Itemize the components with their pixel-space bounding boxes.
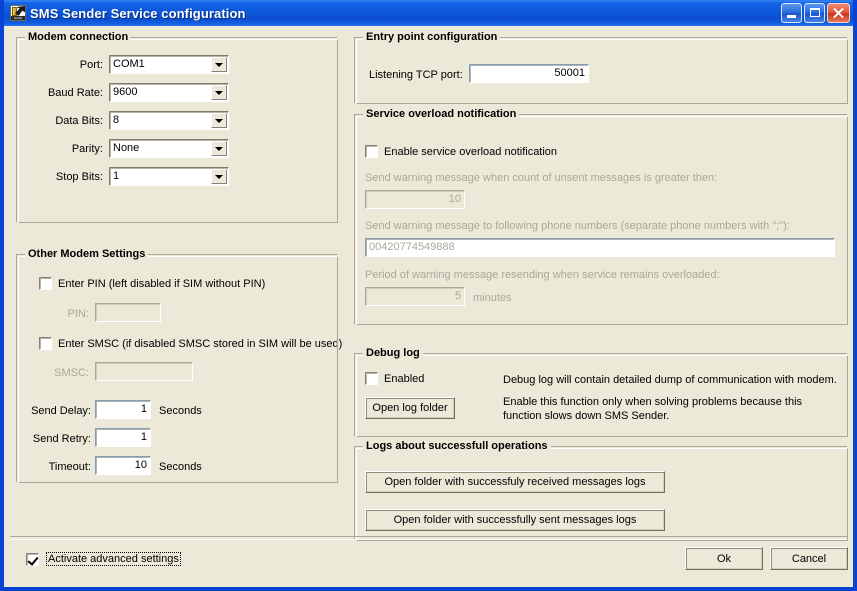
listening-tcp-port-label: Listening TCP port: xyxy=(369,69,463,81)
resend-period-input[interactable]: 5 xyxy=(365,287,465,306)
caption-buttons xyxy=(781,3,851,23)
group-entry-point-title: Entry point configuration xyxy=(363,31,501,43)
resend-period-label: Period of warning message resending when… xyxy=(365,269,720,281)
parity-label: Parity: xyxy=(71,143,103,155)
send-delay-unit: Seconds xyxy=(159,405,202,417)
resend-period-unit: minutes xyxy=(473,292,512,304)
enter-smsc-checkbox-box[interactable] xyxy=(39,337,52,350)
chevron-down-icon[interactable] xyxy=(211,57,227,72)
maximize-icon xyxy=(810,8,820,17)
debug-enabled-checkbox[interactable]: Enabled xyxy=(365,372,424,385)
minimize-icon xyxy=(787,15,796,18)
group-entry-point: Entry point configuration Listening TCP … xyxy=(354,31,848,104)
baud-rate-label: Baud Rate: xyxy=(47,87,103,99)
app-icon-bar xyxy=(12,7,17,16)
baud-rate-combo[interactable]: 9600 xyxy=(109,83,229,102)
parity-combo-value: None xyxy=(113,142,140,154)
debug-enabled-label: Enabled xyxy=(384,372,425,385)
window-title: SMS Sender Service configuration xyxy=(30,5,246,21)
enable-overload-label: Enable service overload notification xyxy=(384,145,558,158)
smsc-input[interactable] xyxy=(95,362,193,381)
chevron-down-icon[interactable] xyxy=(211,169,227,184)
open-log-folder-button[interactable]: Open log folder xyxy=(365,397,455,419)
enter-pin-checkbox-box[interactable] xyxy=(39,277,52,290)
port-combo-value: COM1 xyxy=(113,58,145,70)
chevron-down-icon[interactable] xyxy=(211,141,227,156)
ok-button[interactable]: Ok xyxy=(685,547,763,570)
activate-advanced-settings-label: Activate advanced settings xyxy=(46,552,181,566)
unsent-count-label: Send warning message when count of unsen… xyxy=(365,172,718,184)
timeout-label: Timeout: xyxy=(48,461,91,473)
stop-bits-combo[interactable]: 1 xyxy=(109,167,229,186)
group-other-modem-settings-title: Other Modem Settings xyxy=(25,248,149,260)
group-service-overload-title: Service overload notification xyxy=(363,108,520,120)
unsent-count-input[interactable]: 10 xyxy=(365,190,465,209)
data-bits-combo[interactable]: 8 xyxy=(109,111,229,130)
timeout-unit: Seconds xyxy=(159,461,202,473)
enter-pin-label: Enter PIN (left disabled if SIM without … xyxy=(58,277,266,290)
cancel-button[interactable]: Cancel xyxy=(770,547,848,570)
group-service-overload: Service overload notification Enable ser… xyxy=(354,108,848,325)
data-bits-combo-value: 8 xyxy=(113,114,120,126)
baud-rate-combo-value: 9600 xyxy=(113,86,138,98)
group-success-logs-title: Logs about successfull operations xyxy=(363,440,551,452)
data-bits-label: Data Bits: xyxy=(55,115,103,127)
group-modem-connection-title: Modem connection xyxy=(25,31,132,43)
port-label: Port: xyxy=(79,59,103,71)
config-window: DLDD SMS Sender Service configuration Mo… xyxy=(0,0,857,591)
group-debug-log-title: Debug log xyxy=(363,347,423,359)
debug-enabled-checkbox-box[interactable] xyxy=(365,372,378,385)
group-debug-log: Debug log Enabled Open log folder Debug … xyxy=(354,347,848,437)
activate-advanced-settings-checkbox-box[interactable] xyxy=(26,552,39,566)
title-bar: DLDD SMS Sender Service configuration xyxy=(4,0,853,26)
app-icon-label: DLDD xyxy=(11,16,25,20)
minimize-button[interactable] xyxy=(781,3,802,23)
stop-bits-label: Stop Bits: xyxy=(55,171,103,183)
send-delay-label: Send Delay: xyxy=(31,405,91,417)
send-delay-input[interactable]: 1 xyxy=(95,400,151,419)
chevron-down-icon[interactable] xyxy=(211,113,227,128)
enter-smsc-label: Enter SMSC (if disabled SMSC stored in S… xyxy=(58,337,343,350)
group-success-logs: Logs about successfull operations Open f… xyxy=(354,440,848,541)
debug-description-line3: function slows down SMS Sender. xyxy=(503,410,670,422)
phone-numbers-input[interactable]: 00420774549888 xyxy=(365,238,835,257)
debug-description-line2: Enable this function only when solving p… xyxy=(503,396,803,408)
pin-label: PIN: xyxy=(67,308,89,320)
open-sent-logs-button[interactable]: Open folder with successfully sent messa… xyxy=(365,509,665,531)
open-received-logs-button[interactable]: Open folder with successfuly received me… xyxy=(365,471,665,493)
group-modem-connection: Modem connection Port: COM1 Baud Rate: 9… xyxy=(16,31,338,223)
listening-tcp-port-input[interactable]: 50001 xyxy=(469,64,589,83)
send-retry-label: Send Retry: xyxy=(32,433,91,445)
port-combo[interactable]: COM1 xyxy=(109,55,229,74)
smsc-label: SMSC: xyxy=(54,367,89,379)
chevron-down-icon[interactable] xyxy=(211,85,227,100)
phone-numbers-label: Send warning message to following phone … xyxy=(365,220,790,232)
close-button[interactable] xyxy=(827,3,850,23)
enable-overload-checkbox-box[interactable] xyxy=(365,145,378,158)
group-other-modem-settings: Other Modem Settings Enter PIN (left dis… xyxy=(16,248,342,483)
footer-separator xyxy=(10,536,847,540)
enter-pin-checkbox[interactable]: Enter PIN (left disabled if SIM without … xyxy=(39,277,265,290)
send-retry-input[interactable]: 1 xyxy=(95,428,151,447)
activate-advanced-settings-checkbox[interactable]: Activate advanced settings xyxy=(26,552,181,566)
stop-bits-combo-value: 1 xyxy=(113,170,120,182)
debug-description-line1: Debug log will contain detailed dump of … xyxy=(503,374,837,386)
enable-overload-checkbox[interactable]: Enable service overload notification xyxy=(365,145,557,158)
timeout-input[interactable]: 10 xyxy=(95,456,151,475)
pin-input[interactable] xyxy=(95,303,161,322)
maximize-button[interactable] xyxy=(804,3,825,23)
parity-combo[interactable]: None xyxy=(109,139,229,158)
enter-smsc-checkbox[interactable]: Enter SMSC (if disabled SMSC stored in S… xyxy=(39,337,342,350)
app-icon: DLDD xyxy=(10,5,26,21)
client-area: Modem connection Port: COM1 Baud Rate: 9… xyxy=(4,26,853,587)
